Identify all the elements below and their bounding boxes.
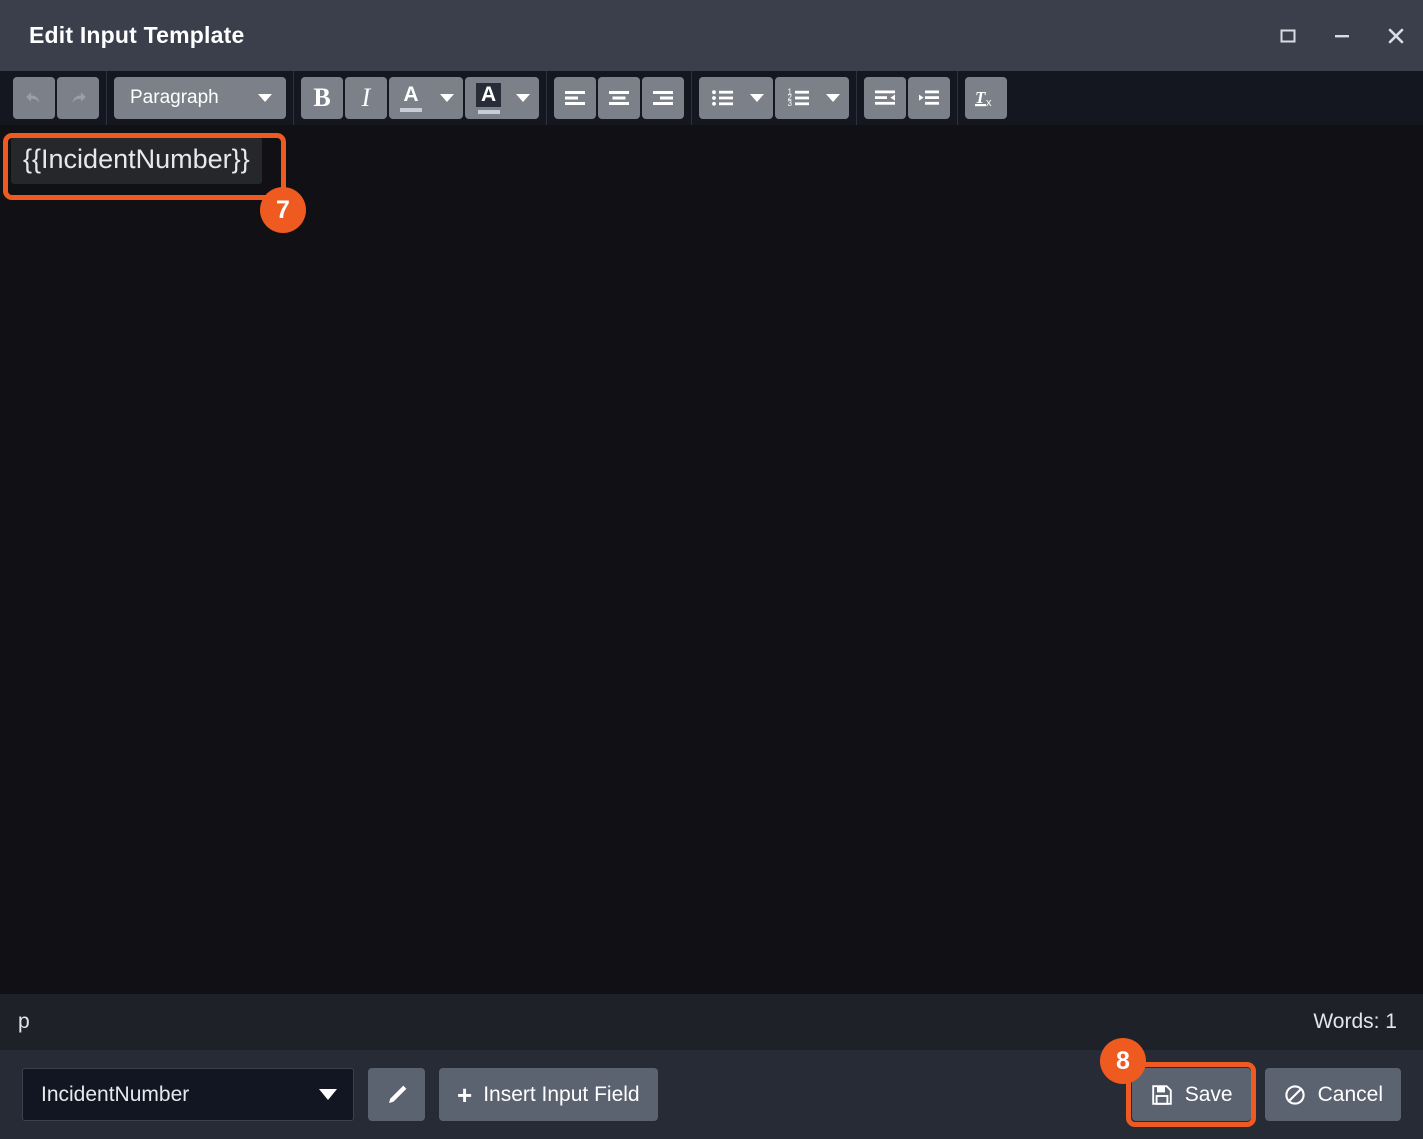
edit-input-field-button[interactable] (368, 1068, 425, 1121)
text-color-icon: A (400, 84, 422, 112)
decrease-indent-icon (872, 86, 898, 110)
title-bar: Edit Input Template (0, 0, 1423, 71)
plus-icon: + (457, 1082, 472, 1108)
minimize-icon (1332, 26, 1352, 46)
increase-indent-button[interactable] (908, 77, 950, 119)
redo-icon (66, 86, 90, 110)
toolbar-group-indent (856, 71, 957, 125)
bullet-list-icon (710, 86, 736, 110)
editor-token[interactable]: {{IncidentNumber}} (11, 137, 262, 184)
toolbar-group-history (6, 71, 106, 125)
input-field-select[interactable]: IncidentNumber (22, 1068, 354, 1121)
paragraph-style-label: Paragraph (130, 87, 219, 109)
italic-icon: I (362, 85, 371, 111)
chevron-down-icon (750, 94, 764, 102)
edit-input-template-window: Edit Input Template (0, 0, 1423, 1139)
numbered-list-icon: 1 2 3 (786, 86, 812, 110)
maximize-button[interactable] (1261, 0, 1315, 71)
save-label: Save (1185, 1083, 1233, 1107)
align-left-button[interactable] (554, 77, 596, 119)
chevron-down-icon (440, 94, 454, 102)
background-color-button[interactable]: A (465, 77, 539, 119)
clear-formatting-icon: T x (973, 86, 999, 110)
cancel-icon (1283, 1083, 1307, 1107)
align-left-icon (562, 86, 588, 110)
footer-bar: IncidentNumber + Insert Input Field (0, 1050, 1423, 1139)
page-title: Edit Input Template (29, 22, 244, 49)
align-center-button[interactable] (598, 77, 640, 119)
redo-button[interactable] (57, 77, 99, 119)
bold-button[interactable]: B (301, 77, 343, 119)
chevron-down-icon (516, 94, 530, 102)
cancel-label: Cancel (1318, 1083, 1383, 1107)
svg-text:3: 3 (788, 99, 793, 108)
chevron-down-icon (319, 1089, 337, 1100)
save-button[interactable]: Save (1132, 1068, 1251, 1121)
close-button[interactable] (1369, 0, 1423, 71)
align-right-icon (650, 86, 676, 110)
bullet-list-button[interactable] (699, 77, 773, 119)
window-controls (1261, 0, 1423, 71)
pencil-icon (384, 1082, 410, 1108)
text-color-button[interactable]: A (389, 77, 463, 119)
input-field-select-value: IncidentNumber (41, 1083, 189, 1107)
cancel-button[interactable]: Cancel (1265, 1068, 1401, 1121)
numbered-list-button[interactable]: 1 2 3 (775, 77, 849, 119)
paragraph-style-dropdown[interactable]: Paragraph (114, 77, 286, 119)
clear-formatting-button[interactable]: T x (965, 77, 1007, 119)
chevron-down-icon (258, 94, 272, 102)
toolbar-group-alignment (546, 71, 691, 125)
formatting-toolbar: Paragraph B I A A (0, 71, 1423, 125)
background-color-icon: A (476, 83, 501, 114)
align-right-button[interactable] (642, 77, 684, 119)
maximize-icon (1278, 26, 1298, 46)
undo-icon (22, 86, 46, 110)
word-count: Words: 1 (1313, 1010, 1397, 1034)
insert-input-field-button[interactable]: + Insert Input Field (439, 1068, 658, 1121)
annotation-badge-8: 8 (1100, 1038, 1146, 1084)
chevron-down-icon (826, 94, 840, 102)
undo-button[interactable] (13, 77, 55, 119)
minimize-button[interactable] (1315, 0, 1369, 71)
template-editor-body[interactable]: {{IncidentNumber}} (0, 125, 1423, 994)
close-icon (1385, 25, 1407, 47)
bold-icon: B (313, 85, 330, 111)
svg-text:x: x (986, 97, 992, 109)
insert-input-field-label: Insert Input Field (483, 1083, 639, 1107)
align-center-icon (606, 86, 632, 110)
italic-button[interactable]: I (345, 77, 387, 119)
annotation-badge-7: 7 (260, 187, 306, 233)
increase-indent-icon (916, 86, 942, 110)
toolbar-group-paragraph-style: Paragraph (106, 71, 293, 125)
element-path: p (18, 1010, 30, 1034)
decrease-indent-button[interactable] (864, 77, 906, 119)
save-icon (1150, 1083, 1174, 1107)
toolbar-group-font: B I A A (293, 71, 546, 125)
toolbar-group-clear: T x (957, 71, 1014, 125)
editor-status-bar: p Words: 1 (0, 994, 1423, 1050)
toolbar-group-lists: 1 2 3 (691, 71, 856, 125)
